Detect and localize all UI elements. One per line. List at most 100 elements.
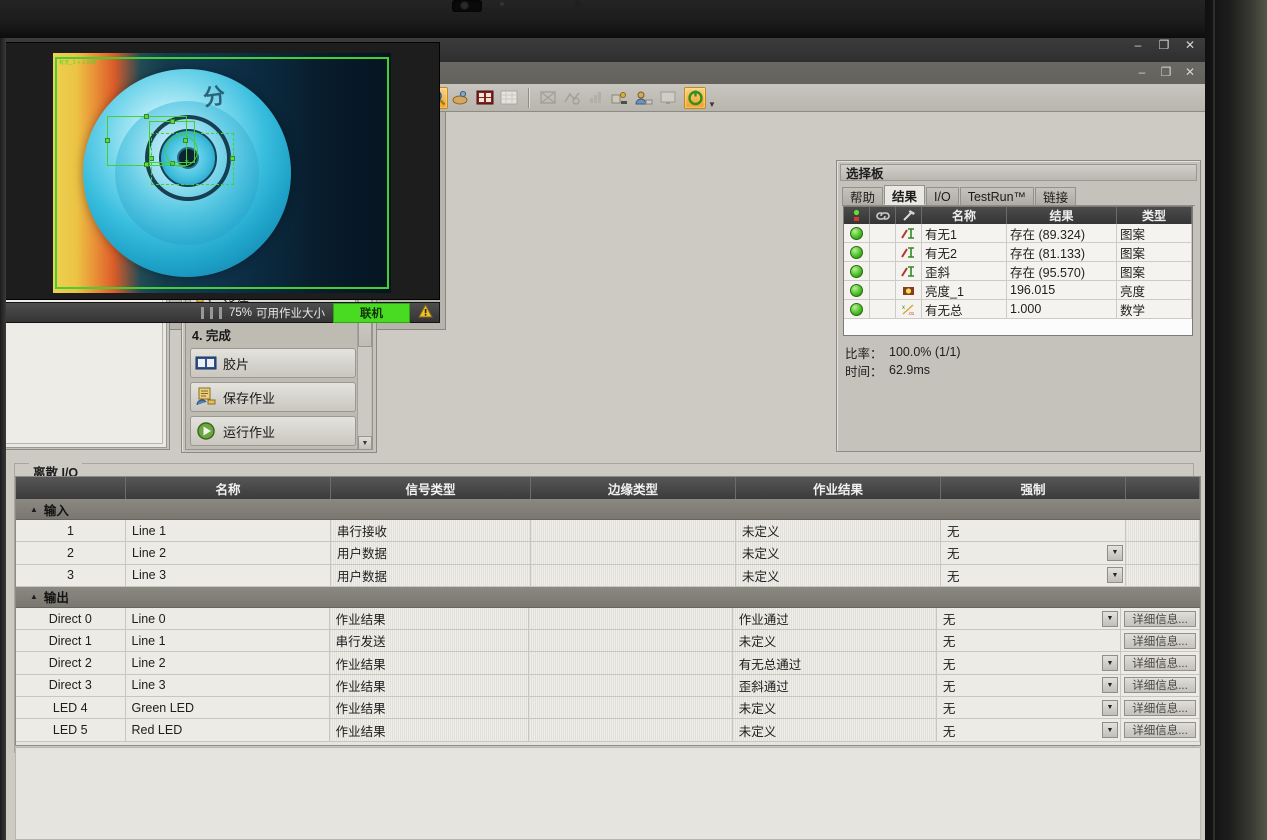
save-image-icon[interactable] (633, 87, 655, 109)
step-save-job[interactable]: 保存作业 (190, 382, 356, 412)
inner-window-controls[interactable]: – ❐ ✕ (1135, 65, 1197, 78)
table-row[interactable]: LED 4 Green LED 作业结果 未定义 无 ▼ 详细信息... (16, 697, 1200, 720)
row-job-result[interactable]: 未定义 (732, 630, 937, 652)
table-row[interactable]: 歪斜 存在 (95.570) 图案 (844, 262, 1192, 281)
row-edge-type[interactable] (528, 674, 733, 697)
table-row[interactable]: 亮度_1 196.015 亮度 (844, 281, 1192, 300)
row-job-result[interactable]: 未定义 (732, 697, 937, 719)
chevron-down-icon[interactable]: ▼ (1107, 567, 1123, 584)
io-group-row-outputs[interactable]: ▲ 输出 (16, 586, 1200, 608)
chevron-down-icon[interactable]: ▼ (1102, 677, 1118, 694)
row-job-result[interactable]: 歪斜通过 (732, 674, 937, 697)
monitor-icon[interactable] (657, 87, 679, 109)
row-force[interactable]: 无 (937, 630, 1121, 652)
row-edge-type[interactable] (528, 630, 733, 652)
table-row[interactable]: 1 Line 1 串行接收 未定义 无 (16, 520, 1200, 543)
row-signal-type[interactable]: 用户数据 (331, 542, 531, 564)
table-row[interactable]: 3 Line 3 用户数据 未定义 无 ▼ (16, 564, 1200, 587)
chevron-down-icon[interactable]: ▼ (1102, 655, 1118, 672)
inner-maximize-icon[interactable]: ❐ (1159, 65, 1173, 78)
details-button[interactable]: 详细信息... (1124, 699, 1196, 716)
row-edge-type[interactable] (531, 520, 736, 542)
tab-links[interactable]: 链接 (1035, 187, 1077, 205)
close-icon[interactable]: ✕ (1183, 38, 1197, 51)
inner-close-icon[interactable]: ✕ (1183, 65, 1197, 78)
row-job-result[interactable]: 作业通过 (732, 607, 937, 630)
filmstrip-icon[interactable] (474, 87, 496, 109)
image-display-area[interactable]: ↓ 分 有无_1 + 1.000 (4, 42, 440, 300)
chevron-down-icon[interactable]: ▼ (1102, 610, 1118, 627)
tab-results[interactable]: 结果 (884, 185, 926, 205)
details-button[interactable]: 详细信息... (1124, 610, 1196, 627)
row-force[interactable]: 无 ▼ (937, 674, 1121, 697)
row-job-result[interactable]: 未定义 (736, 542, 941, 564)
outer-window-controls[interactable]: – ❐ ✕ (1131, 38, 1197, 51)
spreadsheet-icon[interactable] (537, 87, 559, 109)
row-signal-type[interactable]: 用户数据 (331, 564, 531, 586)
row-edge-type[interactable] (528, 719, 733, 741)
calibrate-icon[interactable] (609, 87, 631, 109)
tab-testrun[interactable]: TestRun™ (959, 187, 1035, 205)
step-run-job[interactable]: 运行作业 (190, 416, 356, 446)
results-icon[interactable] (561, 87, 583, 109)
details-button[interactable]: 详细信息... (1124, 632, 1196, 649)
row-force[interactable]: 无 ▼ (941, 542, 1126, 564)
minimize-icon[interactable]: – (1131, 38, 1145, 51)
table-row[interactable]: 有无2 存在 (81.133) 图案 (844, 243, 1192, 262)
discrete-io-table[interactable]: 名称 信号类型 边缘类型 作业结果 强制 ▲ 输入 1 Line 1 串行接收 (15, 476, 1201, 746)
row-job-result[interactable]: 未定义 (732, 719, 937, 741)
row-force[interactable]: 无 ▼ (937, 719, 1121, 741)
row-signal-type[interactable]: 作业结果 (329, 652, 529, 674)
row-edge-type[interactable] (531, 542, 736, 564)
row-edge-type[interactable] (531, 564, 736, 586)
chevron-up-icon[interactable]: ▲ (30, 505, 38, 514)
row-signal-type[interactable]: 作业结果 (329, 697, 529, 719)
chevron-down-icon[interactable]: ▼ (1102, 699, 1118, 716)
details-button[interactable]: 详细信息... (1124, 655, 1196, 672)
table-row[interactable]: Direct 2 Line 2 作业结果 有无总通过 无 ▼ 详细信息... (16, 652, 1200, 675)
row-force[interactable]: 无 ▼ (937, 652, 1121, 674)
details-button[interactable]: 详细信息... (1124, 677, 1196, 694)
results-table[interactable]: 名称 结果 类型 有无1 存在 (89.324) 图案 有无2 存在 (81.1… (843, 206, 1193, 336)
row-signal-type[interactable]: 作业结果 (329, 719, 529, 741)
chevron-down-icon[interactable]: ▼ (1102, 722, 1118, 739)
row-signal-type[interactable]: 作业结果 (329, 607, 529, 630)
chevron-up-icon[interactable]: ▲ (30, 592, 38, 601)
roi-brightness[interactable] (165, 135, 198, 167)
inspection-image[interactable]: ↓ 分 有无_1 + 1.000 (53, 53, 391, 293)
row-job-result[interactable]: 未定义 (736, 564, 941, 586)
table-row[interactable]: Direct 1 Line 1 串行发送 未定义 无 详细信息... (16, 630, 1200, 653)
toolbar-overflow-2-icon[interactable]: ▼ (707, 87, 717, 109)
warning-triangle-icon[interactable] (418, 303, 433, 321)
row-force[interactable]: 无 ▼ (937, 697, 1121, 719)
inner-minimize-icon[interactable]: – (1135, 65, 1149, 78)
step-filmstrip[interactable]: 胶片 (190, 348, 356, 378)
scroll-down-icon[interactable]: ▼ (358, 436, 372, 449)
table-row[interactable]: Direct 3 Line 3 作业结果 歪斜通过 无 ▼ 详细信息... (16, 674, 1200, 698)
online-status-badge[interactable]: 联机 (333, 302, 410, 323)
roi-handle[interactable] (105, 138, 110, 143)
tab-io[interactable]: I/O (926, 187, 959, 205)
histogram-icon[interactable] (585, 87, 607, 109)
row-signal-type[interactable]: 串行接收 (331, 520, 531, 542)
io-group-row-inputs[interactable]: ▲ 输入 (16, 499, 1200, 520)
roi-handle[interactable] (144, 114, 149, 119)
row-force[interactable]: 无 ▼ (937, 607, 1121, 630)
row-force[interactable]: 无 (941, 520, 1126, 542)
table-row[interactable]: Direct 0 Line 0 作业结果 作业通过 无 ▼ 详细信息... (16, 607, 1200, 631)
maximize-icon[interactable]: ❐ (1157, 38, 1171, 51)
online-power-icon[interactable] (684, 86, 706, 109)
row-job-result[interactable]: 有无总通过 (732, 652, 937, 674)
table-row[interactable]: x .01 有无总 1.000 数学 (844, 300, 1192, 319)
table-row[interactable]: 2 Line 2 用户数据 未定义 无 ▼ (16, 542, 1200, 565)
roi-handle[interactable] (230, 156, 235, 161)
details-button[interactable]: 详细信息... (1124, 722, 1196, 739)
row-signal-type[interactable]: 作业结果 (329, 674, 529, 697)
table-row[interactable]: LED 5 Red LED 作业结果 未定义 无 ▼ 详细信息... (16, 719, 1200, 742)
tab-help[interactable]: 帮助 (842, 187, 884, 205)
row-edge-type[interactable] (528, 697, 733, 719)
palette-icon[interactable] (450, 87, 472, 109)
row-edge-type[interactable] (528, 607, 733, 630)
table-row[interactable]: 有无1 存在 (89.324) 图案 (844, 224, 1192, 243)
row-force[interactable]: 无 ▼ (941, 564, 1126, 586)
